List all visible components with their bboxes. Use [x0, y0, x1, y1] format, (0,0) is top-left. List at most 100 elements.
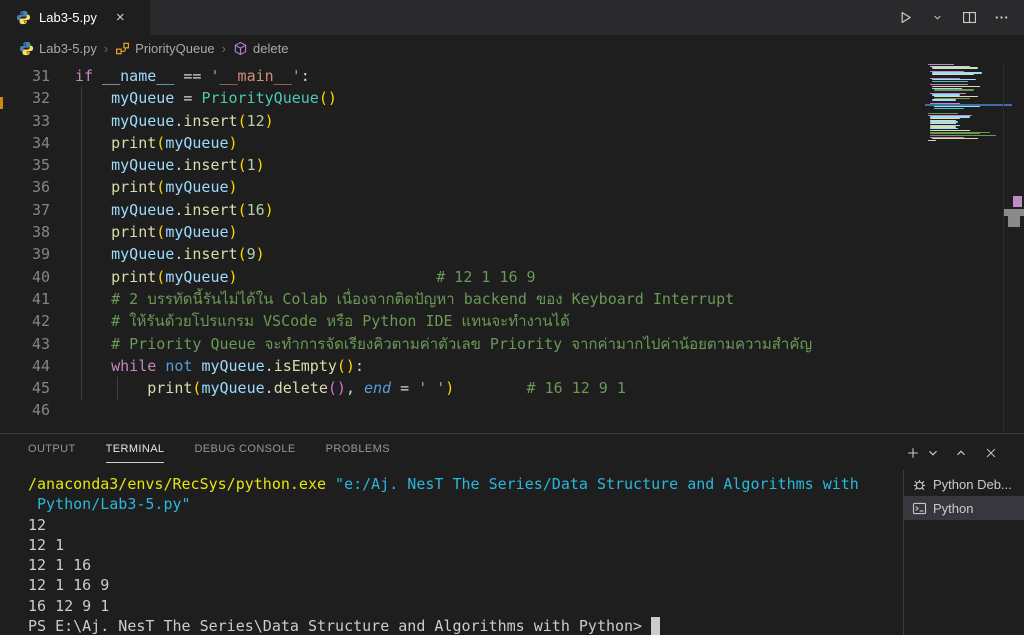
panel-tab-debug-console[interactable]: DEBUG CONSOLE — [194, 443, 295, 463]
line-number: 39 — [0, 243, 75, 265]
code-line-37[interactable]: 37 myQueue.insert(16) — [0, 199, 812, 221]
code-line-40[interactable]: 40 print(myQueue) # 12 1 16 9 — [0, 266, 812, 288]
line-number: 31 — [0, 65, 75, 87]
code-token: isEmpty — [274, 357, 337, 375]
terminal-list-item-python[interactable]: Python — [904, 496, 1024, 520]
code-line-35[interactable]: 35 myQueue.insert(1) — [0, 154, 812, 176]
code-line-32[interactable]: 32 myQueue = PriorityQueue() — [0, 87, 812, 109]
run-dropdown-icon[interactable] — [928, 9, 946, 27]
terminal-list-label: Python — [933, 501, 973, 516]
code-text: if __name__ == '__main__': — [75, 65, 310, 87]
breadcrumb-item-delete[interactable]: delete — [233, 41, 288, 56]
code-token: () — [319, 89, 337, 107]
line-number: 32 — [0, 87, 75, 109]
code-token: myQueue — [111, 245, 174, 263]
minimap-row — [930, 135, 996, 136]
code-token: 9 — [247, 245, 256, 263]
code-line-36[interactable]: 36 print(myQueue) — [0, 176, 812, 198]
code-line-33[interactable]: 33 myQueue.insert(12) — [0, 110, 812, 132]
code-token: , — [346, 379, 364, 397]
code-token: print — [111, 134, 156, 152]
code-token: ) — [265, 112, 274, 130]
minimap-row — [932, 74, 974, 75]
class-symbol-icon — [115, 41, 130, 56]
code-line-38[interactable]: 38 print(myQueue) — [0, 221, 812, 243]
code-editor[interactable]: 31if __name__ == '__main__':32 myQueue =… — [0, 62, 1024, 433]
code-line-45[interactable]: 45 print(myQueue.delete(), end = ' ') # … — [0, 377, 812, 399]
code-token: insert — [183, 156, 237, 174]
editor-tab-lab3-5[interactable]: Lab3-5.py × — [0, 0, 150, 35]
method-symbol-icon — [233, 41, 248, 56]
scrollbar-handle-stem[interactable] — [1008, 216, 1020, 227]
code-token: end — [364, 379, 391, 397]
breadcrumb-separator: › — [104, 41, 108, 56]
terminal-list-item-python-deb-[interactable]: Python Deb... — [904, 472, 1024, 496]
breadcrumb-item-lab3-5.py[interactable]: Lab3-5.py — [19, 41, 97, 56]
code-text: myQueue.insert(9) — [75, 243, 265, 265]
code-token: == — [174, 67, 210, 85]
panel-tab-terminal[interactable]: TERMINAL — [106, 443, 165, 463]
code-text: # ให้รันด้วยโปรแกรม VSCode หรือ Python I… — [75, 310, 570, 332]
tab-title: Lab3-5.py — [39, 10, 97, 25]
code-token: # 2 บรรทัดนี้รันไม่ได้ใน Colab เนื่องจาก… — [111, 290, 734, 308]
code-token: = — [174, 89, 201, 107]
minimap[interactable] — [928, 64, 1010, 142]
code-token: myQueue — [111, 201, 174, 219]
python-symbol-icon — [19, 41, 34, 56]
code-line-39[interactable]: 39 myQueue.insert(9) — [0, 243, 812, 265]
panel-tab-problems[interactable]: PROBLEMS — [326, 443, 390, 463]
code-token: 1 — [247, 156, 256, 174]
panel-tabs: OUTPUT TERMINAL DEBUG CONSOLE PROBLEMS — [28, 443, 390, 463]
code-line-42[interactable]: 42 # ให้รันด้วยโปรแกรม VSCode หรือ Pytho… — [0, 310, 812, 332]
close-panel-icon[interactable] — [981, 443, 1001, 463]
split-editor-icon[interactable] — [960, 9, 978, 27]
code-token: print — [147, 379, 192, 397]
code-token: # 12 1 16 9 — [238, 268, 536, 286]
code-token: 12 — [247, 112, 265, 130]
breadcrumb-label: delete — [253, 41, 288, 56]
breadcrumb-item-priorityqueue[interactable]: PriorityQueue — [115, 41, 214, 56]
code-token: myQueue — [111, 89, 174, 107]
code-line-34[interactable]: 34 print(myQueue) — [0, 132, 812, 154]
scrollbar-handle[interactable] — [1004, 209, 1024, 216]
terminal-line: PS E:\Aj. NesT The Series\Data Structure… — [28, 616, 859, 635]
code-token: . — [265, 379, 274, 397]
minimap-row — [930, 130, 970, 131]
code-text: myQueue.insert(12) — [75, 110, 274, 132]
code-token: () — [328, 379, 346, 397]
line-number: 42 — [0, 310, 75, 332]
code-text: myQueue = PriorityQueue() — [75, 87, 337, 109]
code-line-44[interactable]: 44 while not myQueue.isEmpty(): — [0, 355, 812, 377]
run-button[interactable] — [896, 9, 914, 27]
code-line-43[interactable]: 43 # Priority Queue จะทำการจัดเรียงคิวตา… — [0, 333, 812, 355]
terminal-icon — [912, 501, 927, 516]
code-token: myQueue — [165, 268, 228, 286]
code-text: print(myQueue) — [75, 176, 238, 198]
minimap-row — [928, 113, 958, 114]
terminal-output[interactable]: /anaconda3/envs/RecSys/python.exe "e:/Aj… — [28, 474, 859, 635]
code-text: print(myQueue) — [75, 221, 238, 243]
line-number: 36 — [0, 176, 75, 198]
code-token: = — [391, 379, 418, 397]
terminal-dropdown-icon[interactable] — [923, 443, 943, 463]
minimap-row — [932, 86, 980, 87]
terminal-line: 16 12 9 1 — [28, 596, 859, 616]
close-tab-icon[interactable]: × — [116, 9, 125, 26]
terminal-text: 12 1 — [28, 536, 64, 554]
vscode-window: Lab3-5.py × Lab3-5.py›PriorityQueue›dele… — [0, 0, 1024, 635]
terminal-cursor — [651, 617, 660, 635]
line-number: 35 — [0, 154, 75, 176]
code-token: insert — [183, 112, 237, 130]
more-actions-icon[interactable] — [992, 9, 1010, 27]
code-line-46[interactable]: 46 — [0, 399, 812, 421]
line-number: 44 — [0, 355, 75, 377]
line-number: 40 — [0, 266, 75, 288]
panel-tab-output[interactable]: OUTPUT — [28, 443, 76, 463]
code-line-31[interactable]: 31if __name__ == '__main__': — [0, 65, 812, 87]
code-text: while not myQueue.isEmpty(): — [75, 355, 364, 377]
maximize-panel-icon[interactable] — [951, 443, 971, 463]
terminal-text: 12 — [28, 516, 46, 534]
terminal-text: Python/Lab3-5.py" — [28, 495, 191, 513]
new-terminal-icon[interactable] — [903, 443, 923, 463]
code-line-41[interactable]: 41 # 2 บรรทัดนี้รันไม่ได้ใน Colab เนื่อง… — [0, 288, 812, 310]
